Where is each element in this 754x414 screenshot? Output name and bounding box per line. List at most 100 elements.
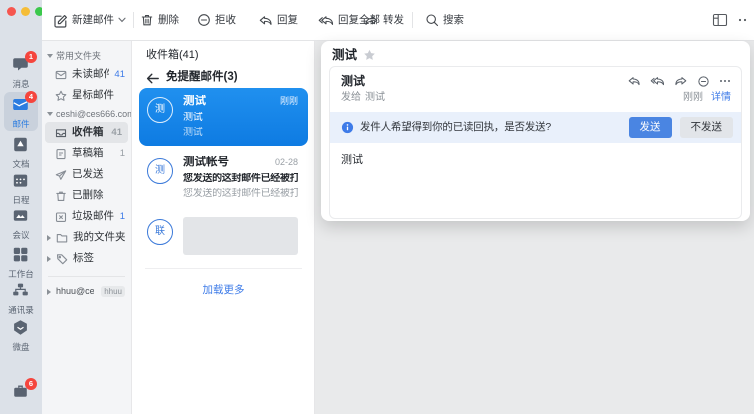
rail-item-meeting[interactable]: 会议 [0, 207, 42, 240]
contacts-icon [12, 282, 30, 299]
collapse-caret-icon [47, 54, 53, 58]
back-arrow-icon[interactable] [146, 73, 159, 84]
folder-count: 41 [114, 69, 125, 80]
folder-junk[interactable]: 垃圾邮件 1 [42, 206, 131, 227]
star-toggle-icon[interactable] [363, 49, 376, 62]
folder-inbox[interactable]: 收件箱 41 [45, 122, 128, 143]
mail-item[interactable]: 测 测试帐号 02-28 您发送的这封邮件已经被打开。 您发送的这封邮件已经被打… [139, 149, 308, 207]
reply-label: 回复 [277, 14, 298, 27]
back-title: 免提醒邮件(3) [166, 71, 238, 85]
expand-caret-icon [47, 256, 51, 262]
expand-caret-icon [47, 289, 51, 295]
app-rail: 1 消息 4 邮件 文档 日程 会议 工作台 通讯录 [0, 0, 42, 414]
rail-item-contacts[interactable]: 通讯录 [0, 282, 42, 315]
forward-label: 转发 [383, 14, 404, 27]
account2-email: hhuu@ces666... [56, 286, 94, 297]
folder-label: 标签 [73, 252, 125, 265]
rail-label: 日程 [0, 195, 42, 205]
folder-label: 收件箱 [72, 126, 106, 139]
dont-send-receipt-button[interactable]: 不发送 [680, 117, 734, 138]
rail-item-mail[interactable]: 4 邮件 [0, 96, 42, 129]
back-row[interactable]: 免提醒邮件(3) [146, 71, 314, 85]
rail-item-messages[interactable]: 1 消息 [0, 56, 42, 89]
chevron-down-icon [118, 17, 126, 23]
delete-button[interactable]: 删除 [140, 0, 179, 40]
folder-label: 垃圾邮件 [72, 210, 115, 223]
rail-item-workbench[interactable]: 工作台 [0, 246, 42, 279]
message-title: 测试 [332, 48, 357, 63]
calendar-icon [12, 172, 30, 189]
avatar: 联 [147, 219, 173, 245]
info-icon [341, 121, 354, 134]
expand-caret-icon [47, 235, 51, 241]
reply-all-icon[interactable] [650, 75, 665, 87]
rail-label: 通讯录 [0, 305, 42, 315]
folder-my-folders[interactable]: 我的文件夹 [42, 227, 131, 248]
folder-starred[interactable]: 星标邮件 [42, 85, 131, 106]
mail-subject: 测试帐号 [183, 156, 269, 170]
mail-time: 02-28 [275, 157, 298, 168]
send-plane-icon [55, 169, 67, 181]
section-common-folders[interactable]: 常用文件夹 [42, 48, 131, 64]
section-label: 常用文件夹 [56, 51, 101, 62]
compose-label: 新建邮件 [72, 14, 114, 27]
mail-list-title: 收件箱(41) [133, 41, 314, 62]
reject-button[interactable]: 拒收 [197, 0, 236, 40]
more-dots-icon[interactable] [719, 79, 731, 83]
forward-icon[interactable] [674, 75, 688, 87]
folder-unread[interactable]: 未读邮件 41 [42, 64, 131, 85]
more-dots-icon [738, 18, 748, 22]
rail-label: 文档 [0, 159, 42, 169]
send-receipt-button[interactable]: 发送 [629, 117, 672, 138]
folder-pane: 常用文件夹 未读邮件 41 星标邮件 ceshi@ces666.com 收件箱 … [42, 41, 132, 414]
draft-icon [55, 148, 67, 160]
toolbar-divider [133, 12, 134, 28]
account-hhuu[interactable]: hhuu@ces666... hhuu [42, 281, 131, 302]
folder-drafts[interactable]: 草稿箱 1 [42, 143, 131, 164]
folder-count: 1 [120, 211, 125, 222]
search-label: 搜索 [443, 14, 464, 27]
toolbar-divider [412, 12, 413, 28]
folder-count: 41 [111, 127, 122, 138]
more-button[interactable] [738, 0, 748, 40]
folder-label: 已发送 [72, 168, 125, 181]
reply-all-icon [318, 14, 334, 27]
reply-button[interactable]: 回复 [258, 0, 298, 40]
rail-item-drive[interactable]: 微盘 [0, 319, 42, 352]
layout-toggle-button[interactable] [712, 0, 728, 40]
folder-deleted[interactable]: 已删除 [42, 185, 131, 206]
history-icon[interactable] [697, 75, 710, 88]
reply-icon[interactable] [627, 75, 641, 87]
reject-label: 拒收 [215, 14, 236, 27]
forward-button[interactable]: 转发 [364, 0, 404, 40]
compose-button[interactable]: 新建邮件 [53, 0, 126, 40]
toolbar: 新建邮件 删除 拒收 回复 回复全部 转发 搜索 [42, 0, 754, 41]
block-icon [197, 13, 211, 27]
recipient-name: 测试 [365, 92, 385, 104]
message-overlay: 测试 测试 发给 测试 [321, 41, 750, 221]
folder-tags[interactable]: 标签 [42, 248, 131, 269]
rail-label: 工作台 [0, 269, 42, 279]
delete-label: 删除 [158, 14, 179, 27]
folder-sent[interactable]: 已发送 [42, 164, 131, 185]
load-more-link[interactable]: 加载更多 [139, 269, 308, 312]
rail-item-calendar[interactable]: 日程 [0, 172, 42, 205]
mail-subtitle: 测试 [183, 112, 298, 124]
section-account[interactable]: ceshi@ces666.com [42, 106, 131, 122]
read-receipt-bar: 发件人希望得到你的已读回执，是否发送? 发送 不发送 [330, 112, 741, 143]
details-link[interactable]: 详情 [711, 92, 731, 104]
tag-icon [56, 253, 68, 265]
loading-skeleton [183, 217, 298, 255]
mail-item-loading[interactable]: 联 [139, 210, 308, 262]
rail-item-apps[interactable]: 6 [0, 383, 42, 405]
search-button[interactable]: 搜索 [425, 0, 464, 40]
trash-icon [55, 190, 67, 202]
collapse-caret-icon [47, 112, 53, 116]
mail-item-selected[interactable]: 测 测试 刚刚 测试 测试 [139, 88, 308, 146]
unread-mail-icon [55, 69, 67, 81]
avatar: 测 [147, 97, 173, 123]
minimize-button[interactable] [21, 7, 30, 16]
close-button[interactable] [7, 7, 16, 16]
rail-item-docs[interactable]: 文档 [0, 136, 42, 169]
drive-icon [12, 319, 30, 336]
